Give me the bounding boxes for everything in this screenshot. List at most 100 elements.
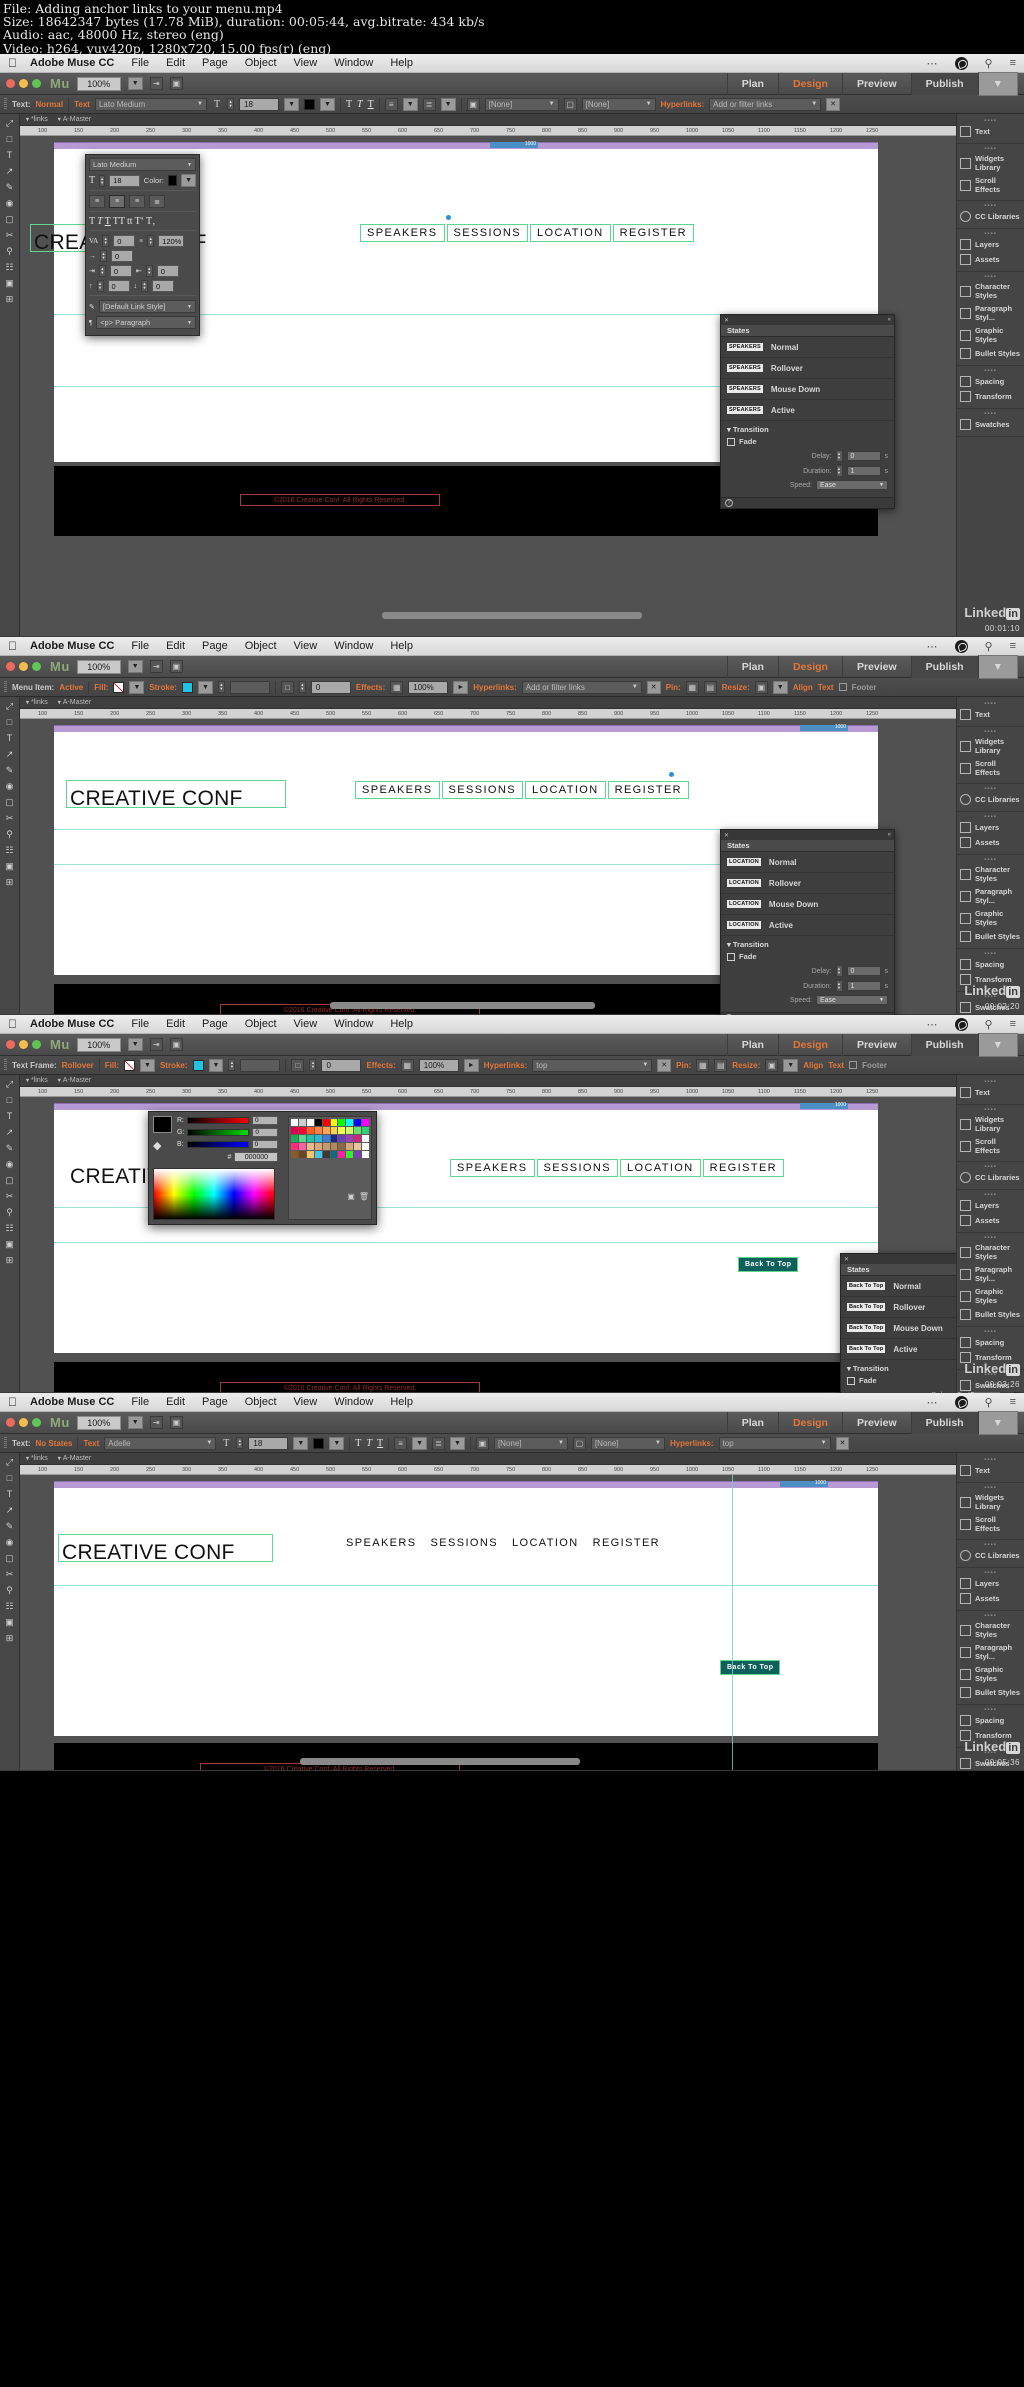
preview-mode-icon[interactable]: ▣ (169, 660, 183, 673)
pen-tool[interactable]: ✎ (3, 1143, 16, 1154)
dock-item-scroll-effects[interactable]: Scroll Effects (957, 1513, 1024, 1535)
pen-tool[interactable]: ✎ (3, 182, 16, 193)
state-row[interactable]: SPEAKERS Mouse Down (721, 379, 894, 400)
swatch[interactable] (362, 1143, 369, 1150)
state-indicator-dot[interactable] (668, 771, 675, 778)
nav-item-speakers[interactable]: SPEAKERS (340, 1535, 423, 1551)
swatch[interactable] (314, 1119, 322, 1126)
opacity-dropdown-icon[interactable]: ► (463, 1058, 479, 1072)
swatch[interactable] (338, 1119, 346, 1126)
add-page-icon[interactable]: ⇥ (149, 1038, 163, 1051)
character-style-icon[interactable]: ▣ (475, 1436, 489, 1450)
nav-item-location[interactable]: LOCATION (506, 1535, 585, 1551)
nav-item-register[interactable]: REGISTER (587, 1535, 666, 1551)
nav-item-register[interactable]: REGISTER (702, 1159, 785, 1177)
superscript-icon[interactable]: T‘ (135, 216, 144, 227)
dock-item-widgets-library[interactable]: Widgets Library (957, 1113, 1024, 1135)
first-indent-input[interactable]: 0 (111, 250, 133, 262)
publish-dropdown-icon[interactable]: ▼ (977, 1032, 1018, 1057)
paragraph-style-icon[interactable]: ▢ (563, 97, 577, 111)
space-before-input[interactable]: 0 (107, 280, 130, 292)
swatch[interactable] (291, 1135, 298, 1142)
minimize-button[interactable] (19, 662, 28, 671)
text-color-dropdown-icon[interactable]: ▼ (329, 1436, 345, 1450)
app-name-menu[interactable]: Adobe Muse CC (30, 1396, 114, 1408)
horizontal-scrollbar[interactable] (382, 612, 642, 619)
hyperlinks-select[interactable]: Add or filter links ▼ (709, 97, 822, 111)
stroke-weight-field[interactable] (240, 1058, 281, 1072)
swatch[interactable] (330, 1119, 338, 1126)
scissors-tool[interactable]: ✂ (3, 813, 16, 824)
dock-item-bullet-styles[interactable]: Bullet Styles (957, 346, 1024, 361)
dock-item-text[interactable]: Text (957, 1463, 1024, 1478)
selection-tool[interactable]: ⤢ (3, 1457, 16, 1468)
swatch[interactable] (306, 1135, 314, 1142)
text-tool[interactable]: T (3, 733, 16, 744)
minimize-button[interactable] (19, 1040, 28, 1049)
red-slider[interactable] (187, 1117, 249, 1124)
close-icon[interactable]: ✕ (724, 317, 729, 324)
ellipse-tool[interactable]: ◉ (3, 1159, 16, 1170)
swatch[interactable] (330, 1151, 338, 1158)
crop-tool[interactable]: □ (3, 134, 16, 145)
transition-header[interactable]: ▾ Transition (727, 425, 888, 434)
swatch[interactable] (338, 1135, 346, 1142)
more-icon[interactable]: ⋯ (927, 640, 938, 653)
swatch[interactable] (338, 1127, 346, 1134)
menu-edit[interactable]: Edit (166, 1396, 185, 1408)
fill-swatch[interactable] (113, 681, 125, 693)
delay-input[interactable]: 0 (846, 966, 881, 976)
frame-tool[interactable]: ▣ (3, 861, 16, 872)
fade-checkbox[interactable] (847, 1376, 855, 1385)
dock-item-cc-libraries[interactable]: CC Libraries (957, 792, 1024, 807)
corner-radius-input[interactable]: 0 (321, 1058, 362, 1072)
opacity-input[interactable]: 100% (418, 1058, 459, 1072)
nav-item-location[interactable]: LOCATION (524, 781, 606, 799)
dock-item-scroll-effects[interactable]: Scroll Effects (957, 757, 1024, 779)
fade-checkbox[interactable] (727, 437, 735, 446)
rectangle-tool[interactable]: ▢ (3, 1175, 16, 1186)
context-value[interactable]: Active (59, 683, 83, 692)
tab-links[interactable]: ▾ *links (26, 1077, 48, 1084)
swatch[interactable] (354, 1143, 362, 1150)
tab-plan[interactable]: Plan (726, 1033, 778, 1056)
apple-icon[interactable]:  (8, 639, 17, 653)
corner-radius-stepper[interactable]: ▲ ▼ (309, 1059, 317, 1071)
red-input[interactable]: 0 (252, 1116, 278, 1125)
scissors-tool[interactable]: ✂ (3, 1191, 16, 1202)
dock-item-widgets-library[interactable]: Widgets Library (957, 735, 1024, 757)
footer-checkbox[interactable] (849, 1061, 858, 1069)
current-color-swatch[interactable] (153, 1116, 172, 1133)
footer-checkbox[interactable] (838, 683, 847, 691)
swatch[interactable] (314, 1135, 322, 1142)
text-tool[interactable]: T (3, 1489, 16, 1500)
maximize-button[interactable] (32, 1040, 41, 1049)
first-indent-stepper[interactable]: ▲ ▼ (100, 250, 107, 262)
swatch[interactable] (322, 1127, 330, 1134)
apple-icon[interactable]:  (8, 1395, 17, 1409)
font-size-dropdown-icon[interactable]: ▼ (293, 1436, 309, 1450)
state-row[interactable]: LOCATION Mouse Down (721, 894, 894, 915)
close-button[interactable] (6, 1418, 15, 1427)
add-page-icon[interactable]: ⇥ (149, 1416, 163, 1429)
swatch[interactable] (322, 1119, 330, 1126)
context-value[interactable]: Rollover (62, 1061, 94, 1070)
character-style-select[interactable]: [None] ▼ (484, 97, 559, 111)
bold-icon[interactable]: T (89, 216, 95, 227)
dock-item-character-styles[interactable]: Character Styles (957, 1241, 1024, 1263)
nav-item-speakers[interactable]: SPEAKERS (450, 1159, 535, 1177)
font-size-input[interactable]: 18 (248, 1436, 289, 1450)
nav-item-speakers[interactable]: SPEAKERS (355, 781, 440, 799)
pin-grid-icon[interactable]: ▦ (685, 680, 699, 694)
text-button[interactable]: Text (828, 1061, 844, 1070)
resize-icon[interactable]: ▣ (765, 1058, 779, 1072)
dock-item-bullet-styles[interactable]: Bullet Styles (957, 1307, 1024, 1322)
heading-selection-box[interactable] (66, 780, 286, 808)
bullet-list-icon[interactable]: ≡ (384, 97, 398, 111)
apple-icon[interactable]:  (8, 56, 17, 70)
dock-item-assets[interactable]: Assets (957, 1213, 1024, 1228)
search-icon[interactable]: ⚲ (985, 57, 993, 70)
font-family-select[interactable]: Lato Medium ▼ (94, 97, 207, 111)
dock-item-widgets-library[interactable]: Widgets Library (957, 1491, 1024, 1513)
nav-item-location[interactable]: LOCATION (619, 1159, 701, 1177)
